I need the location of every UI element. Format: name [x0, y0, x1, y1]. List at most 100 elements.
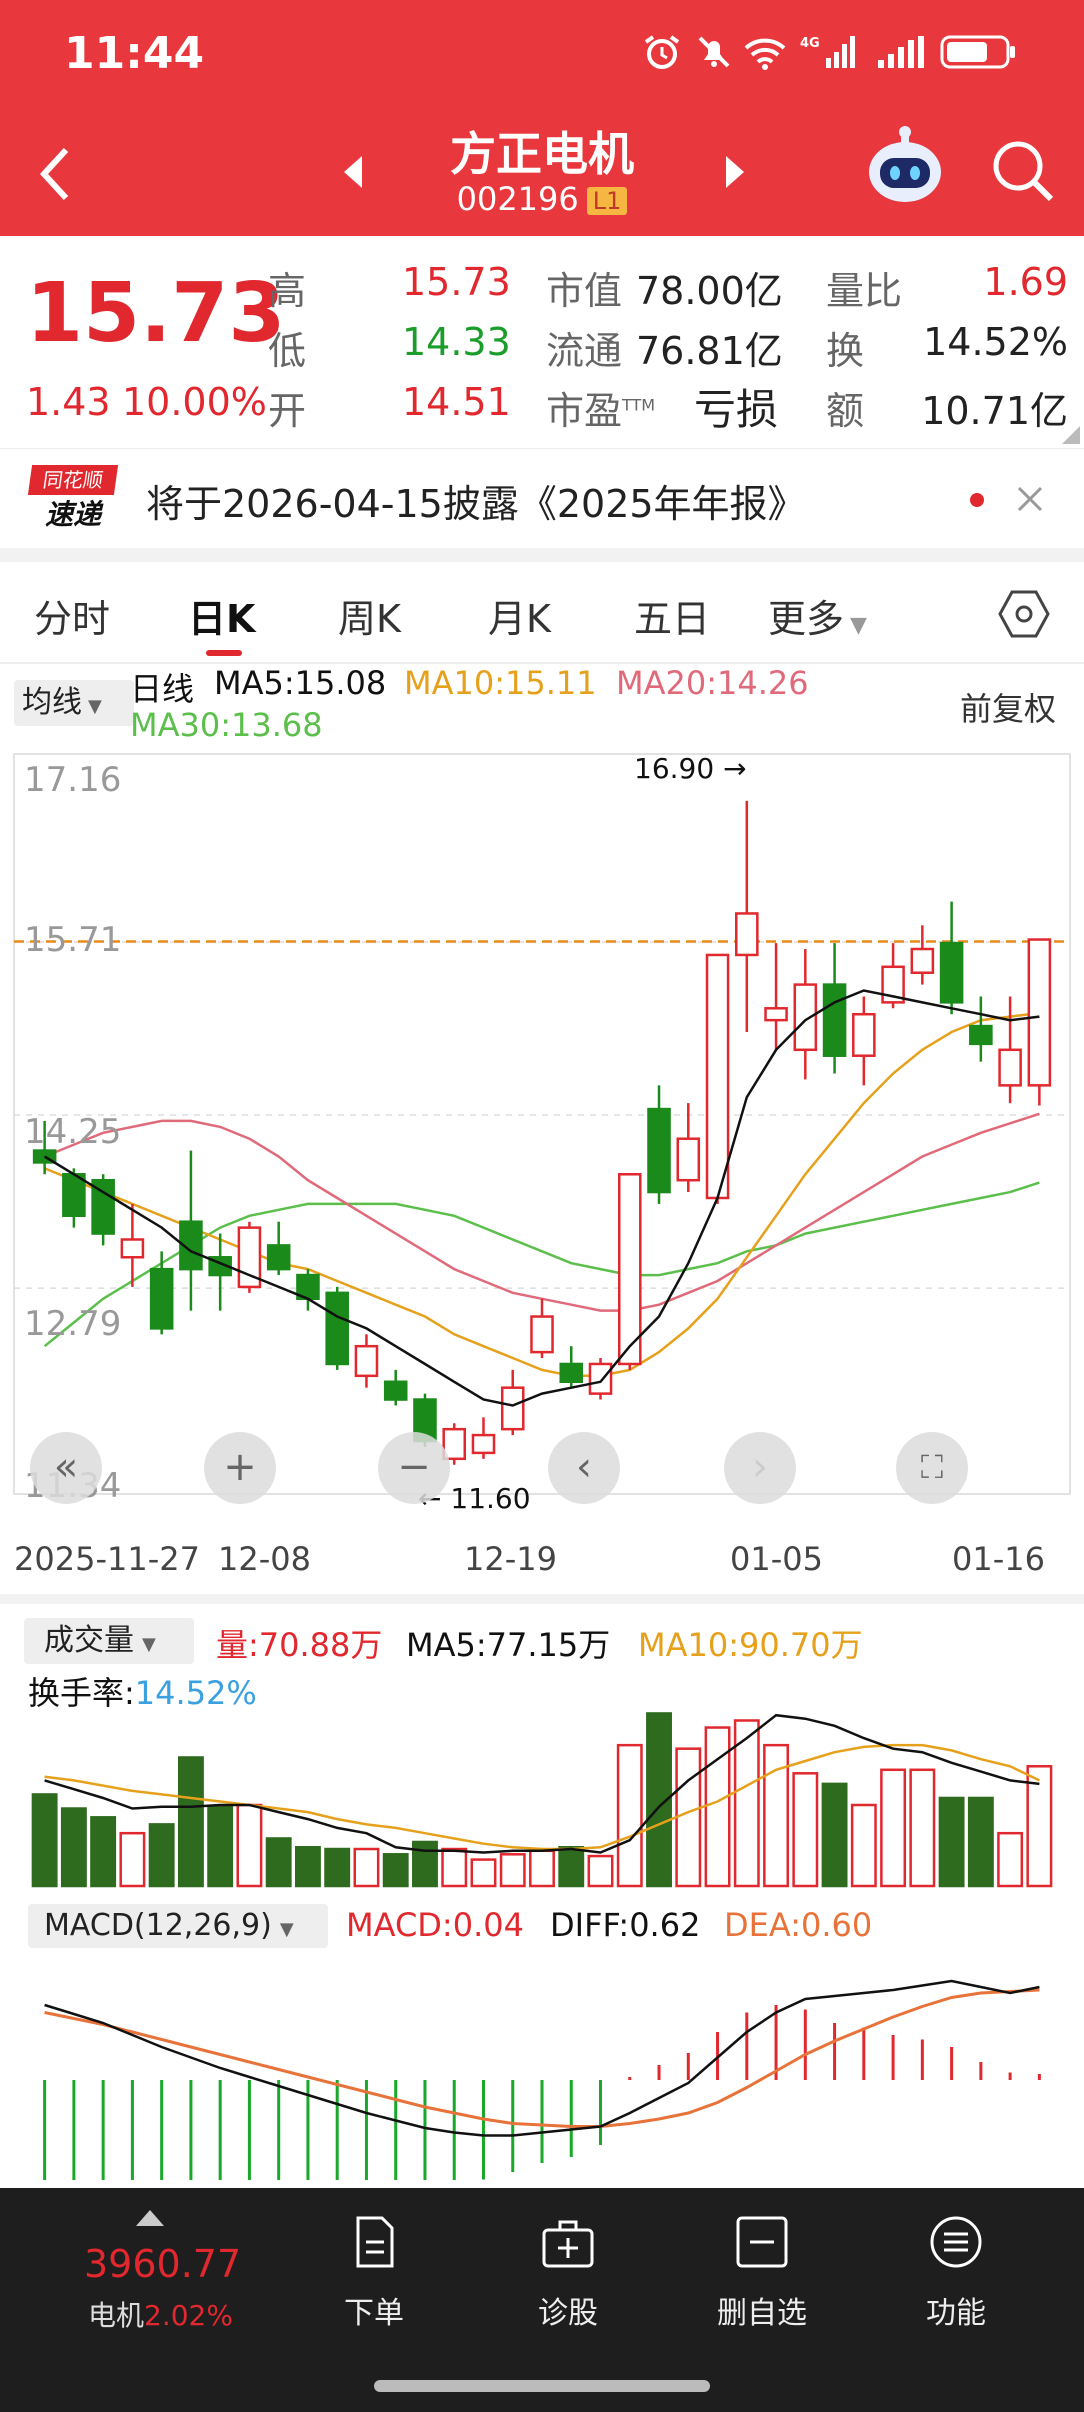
mcap-label: 市值 [546, 269, 623, 313]
pe-value: 亏损 [694, 385, 779, 434]
float-value: 76.81亿 [636, 329, 783, 373]
nav-functions[interactable]: 功能 [896, 2288, 1016, 2332]
volume-bar [441, 1847, 468, 1888]
x-tick-label: 01-05 [730, 1540, 823, 1578]
mute-icon [698, 36, 730, 68]
candle-body [735, 912, 759, 957]
volume-bar [119, 1831, 146, 1888]
ma5-legend: MA5:15.08 [214, 664, 387, 702]
tab-five-day[interactable]: 五日 [634, 588, 710, 643]
candle-body [383, 1380, 408, 1401]
expand-up-icon[interactable] [136, 2210, 164, 2226]
tab-intraday[interactable]: 分时 [34, 588, 110, 643]
x-tick-label: 01-16 [952, 1540, 1045, 1578]
volume-bar [675, 1747, 702, 1888]
vol-ratio-value: 1.69 [983, 260, 1068, 304]
scroll-left-button[interactable]: ‹ [548, 1432, 620, 1504]
macd-chart[interactable] [0, 1950, 1084, 2180]
price-change: 1.43 [26, 380, 111, 424]
next-stock-icon[interactable] [722, 154, 748, 190]
tab-monthly-k[interactable]: 月K [488, 588, 551, 643]
adjust-mode[interactable]: 前复权 [960, 684, 1056, 730]
robot-assistant-icon[interactable] [862, 124, 948, 210]
volume-bar [850, 1803, 877, 1888]
nav-remove-watchlist[interactable]: 删自选 [702, 2288, 822, 2332]
amount-value: 10.71亿 [921, 389, 1068, 433]
volume-bar [470, 1858, 497, 1888]
menu-icon[interactable] [928, 2214, 984, 2270]
nav-order[interactable]: 下单 [314, 2288, 434, 2332]
volume-bar [499, 1853, 526, 1888]
volume-bar [90, 1816, 117, 1888]
ma30-legend: MA30:13.68 [130, 706, 323, 744]
y-tick-label: 14.25 [24, 1112, 122, 1152]
tab-weekly-k[interactable]: 周K [338, 588, 401, 643]
zoom-in-button[interactable]: + [204, 1432, 276, 1504]
volume-ma5: MA5:77.15万 [406, 1626, 611, 1664]
candle-body [910, 947, 935, 974]
volume-bar [294, 1846, 321, 1888]
high-marker: 16.90 → [634, 752, 747, 785]
unread-dot [970, 493, 984, 507]
x-tick-label: 2025-11-27 [14, 1540, 200, 1578]
announcement-text: 将于2026-04-15披露《2025年年报》 [146, 482, 806, 526]
candle-body [559, 1362, 584, 1384]
ma-selector[interactable]: 均线 ▼ [14, 680, 134, 726]
ths-express-badge: 同花顺 速递 [27, 465, 119, 535]
macd-value: MACD:0.04 [346, 1906, 524, 1944]
macd-selector[interactable]: MACD(12,26,9) ▼ [28, 1904, 328, 1948]
signal-icon [878, 36, 924, 68]
candle-body [822, 983, 847, 1057]
tab-daily-k[interactable]: 日K [188, 588, 255, 643]
remove-watchlist-icon[interactable] [734, 2214, 790, 2270]
candle-body [852, 1012, 876, 1057]
candle-body [939, 941, 964, 1004]
volume-bar [529, 1849, 555, 1888]
volume-bar [704, 1726, 731, 1888]
volume-bar [207, 1805, 234, 1888]
dropdown-caret-icon: ▼ [279, 1919, 294, 1940]
nav-diagnose[interactable]: 诊股 [508, 2288, 628, 2332]
volume-bar [997, 1831, 1024, 1888]
search-icon[interactable] [990, 138, 1056, 204]
volume-bar [382, 1853, 409, 1888]
dropdown-caret-icon: ▼ [142, 1634, 156, 1655]
bottom-toolbar: 3960.77 电机2.02% 下单 诊股 删自选 功能 [0, 2188, 1084, 2412]
candle-body [793, 983, 818, 1052]
chart-settings-icon[interactable] [998, 588, 1050, 640]
close-icon[interactable] [1016, 485, 1044, 513]
zoom-out-button[interactable]: − [378, 1432, 450, 1504]
fullscreen-button[interactable]: ⛶ [896, 1432, 968, 1504]
section-divider [0, 548, 1084, 562]
volume-bar [938, 1796, 965, 1888]
scroll-left-fast-button[interactable]: « [30, 1432, 102, 1504]
candle-body [705, 953, 730, 1200]
candle-body [676, 1137, 701, 1182]
order-icon[interactable] [346, 2214, 402, 2270]
volume-bar [60, 1807, 87, 1888]
tab-more[interactable]: 更多 ▼ [768, 588, 867, 643]
volume-value: 量:70.88万 [216, 1626, 383, 1664]
volume-chart[interactable] [0, 1700, 1084, 1894]
index-value[interactable]: 3960.77 [84, 2242, 241, 2286]
volume-bar [909, 1768, 936, 1888]
expand-corner-icon[interactable] [1062, 426, 1080, 444]
scroll-right-button[interactable]: › [724, 1432, 796, 1504]
volume-bar [792, 1772, 819, 1888]
status-time: 11:44 [64, 28, 205, 79]
volume-bar [236, 1803, 263, 1888]
active-tab-indicator [206, 650, 242, 656]
badge-bottom: 速递 [44, 498, 101, 531]
badge-top: 同花顺 [27, 465, 119, 495]
candle-body [1027, 938, 1052, 1087]
dropdown-caret-icon: ▼ [850, 613, 867, 638]
macd-diff: DIFF:0.62 [550, 1906, 701, 1944]
volume-bar [324, 1847, 351, 1888]
candle-body [325, 1291, 349, 1366]
volume-selector[interactable]: 成交量 ▼ [24, 1618, 194, 1664]
float-label: 流通 [546, 329, 623, 373]
candle-body [969, 1024, 993, 1046]
announcement-bar[interactable]: 同花顺 速递 将于2026-04-15披露《2025年年报》 [0, 448, 1084, 549]
diagnose-icon[interactable] [540, 2214, 596, 2270]
chart-frame [13, 753, 1071, 1495]
